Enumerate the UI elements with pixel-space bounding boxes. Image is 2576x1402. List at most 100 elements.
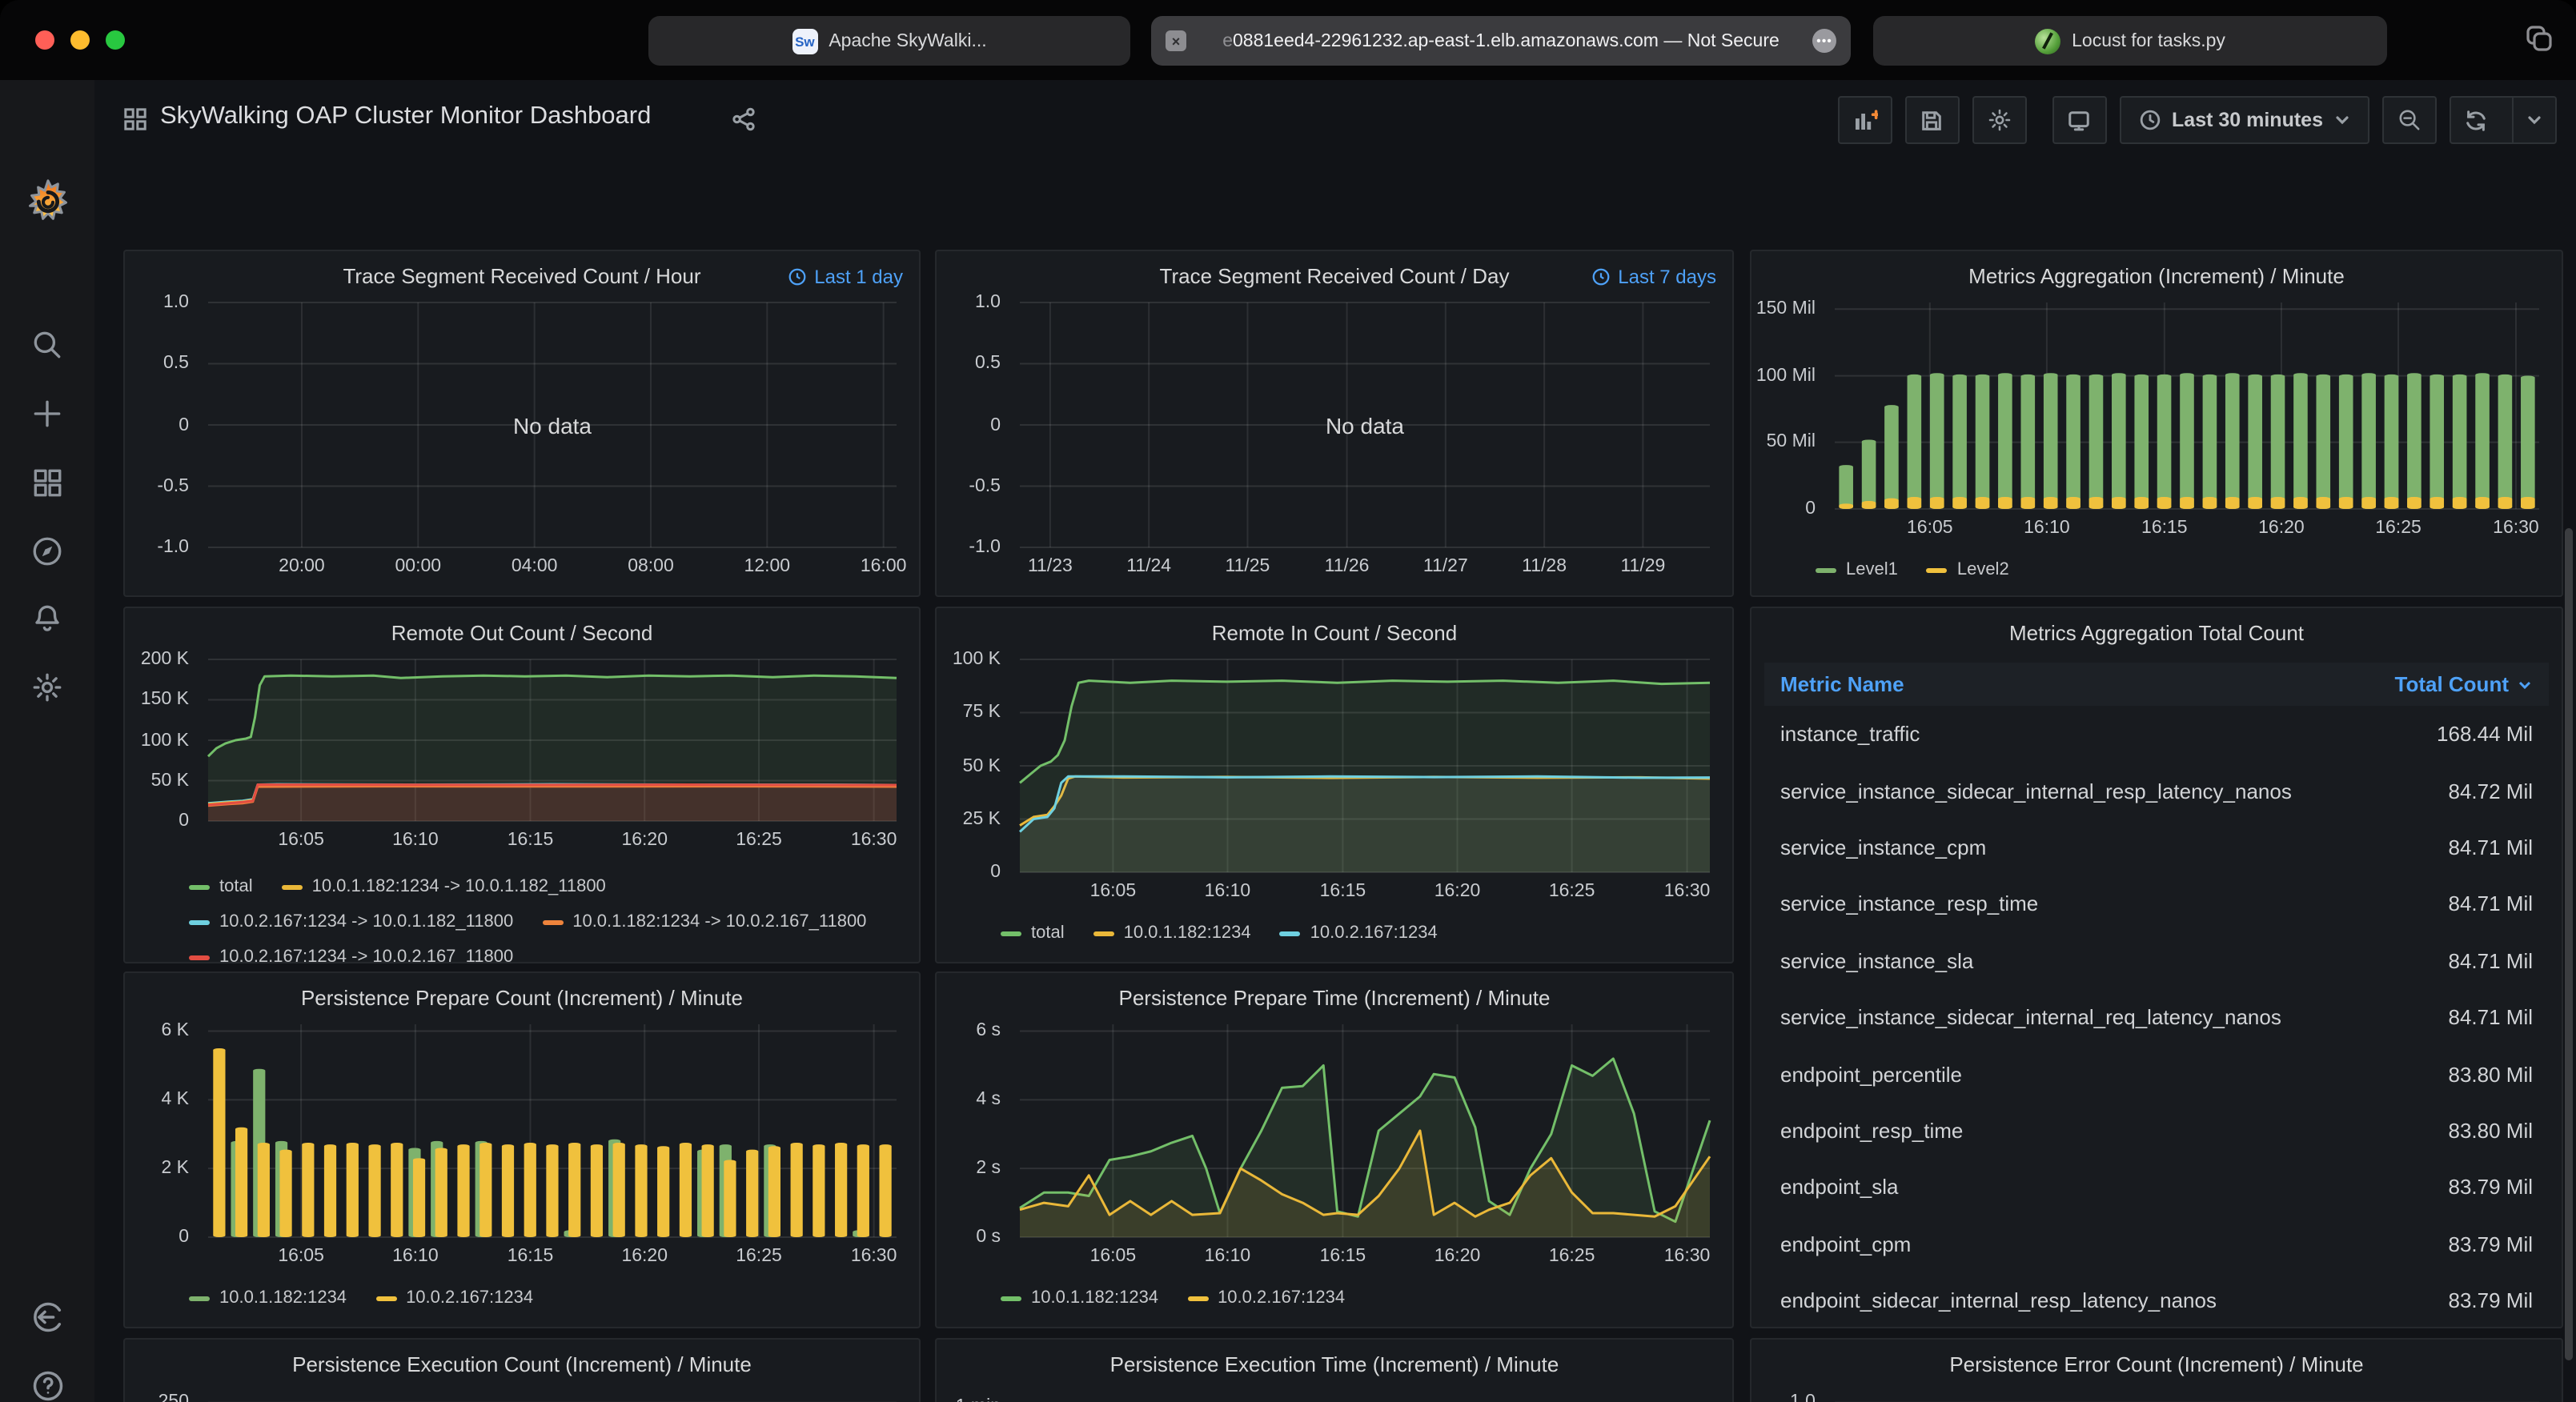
zoom-out-button[interactable] — [2382, 96, 2437, 144]
panel-metrics-total-count: Metrics Aggregation Total Count Metric N… — [1750, 607, 2563, 1328]
table-row[interactable]: service_instance_sidecar_internal_req_la… — [1764, 989, 2549, 1046]
table-row[interactable]: endpoint_percentile83.80 Mil — [1764, 1046, 2549, 1103]
tab-more-icon[interactable]: ••• — [1812, 29, 1836, 53]
panel-title[interactable]: Persistence Execution Count (Increment) … — [125, 1340, 919, 1376]
panel-persistence-prepare-count: Persistence Prepare Count (Increment) / … — [123, 971, 921, 1328]
alerting-bell-icon[interactable] — [0, 589, 94, 647]
explore-compass-icon[interactable] — [0, 522, 94, 579]
x-tick-label: 16:30 — [1664, 1247, 1711, 1266]
legend-item[interactable]: total — [1001, 915, 1065, 951]
legend-item[interactable]: 10.0.1.182:1234 — [1001, 1280, 1158, 1316]
tab-overview-icon[interactable] — [2525, 24, 2554, 53]
legend-item[interactable]: 10.0.1.182:1234 -> 10.0.2.167_11800 — [542, 904, 866, 939]
y-axis-labels: 100 K75 K50 K25 K0 — [937, 659, 1010, 872]
chart-prepare-time[interactable] — [1020, 1024, 1710, 1237]
x-tick-label: 11/25 — [1226, 557, 1270, 576]
legend-item[interactable]: 10.0.2.167:1234 — [375, 1280, 533, 1316]
share-icon[interactable] — [732, 107, 756, 139]
create-plus-icon[interactable] — [0, 384, 94, 442]
panel-persistence-execution-count: Persistence Execution Count (Increment) … — [123, 1338, 921, 1402]
table-row[interactable]: service_instance_sla84.71 Mil — [1764, 932, 2549, 989]
column-metric-name[interactable]: Metric Name — [1780, 672, 1904, 696]
chart-trace-hour[interactable]: No data — [208, 302, 897, 547]
table-row[interactable]: endpoint_resp_time83.80 Mil — [1764, 1102, 2549, 1159]
chart-prepare-count[interactable] — [208, 1024, 897, 1237]
cycle-view-mode-button[interactable] — [2052, 96, 2106, 144]
legend-item[interactable]: 10.0.2.167:1234 — [1280, 915, 1438, 951]
legend-item[interactable]: 10.0.1.182:1234 — [189, 1280, 347, 1316]
legend-swatch — [282, 884, 303, 889]
legend-swatch — [189, 919, 210, 924]
panel-title[interactable]: Persistence Prepare Time (Increment) / M… — [937, 973, 1732, 1010]
legend-item[interactable]: 10.0.2.167:1234 -> 10.0.2.167_11800 — [189, 939, 513, 962]
legend-item[interactable]: 10.0.2.167:1234 — [1187, 1280, 1345, 1316]
chart-error-count[interactable] — [1835, 1391, 2539, 1402]
panel-title[interactable]: Persistence Error Count (Increment) / Mi… — [1751, 1340, 2562, 1376]
table-row[interactable]: instance_traffic168.44 Mil — [1764, 706, 2549, 763]
page-scrollbar[interactable] — [2565, 528, 2573, 1360]
panel-title[interactable]: Persistence Execution Time (Increment) /… — [937, 1340, 1732, 1376]
legend-swatch — [1001, 1296, 1021, 1300]
close-tab-icon[interactable]: × — [1166, 30, 1186, 51]
panel-title[interactable]: Metrics Aggregation (Increment) / Minute — [1751, 251, 2562, 288]
panel-title[interactable]: Metrics Aggregation Total Count — [1751, 608, 2562, 645]
chart-remote-out[interactable] — [208, 659, 897, 821]
legend-item[interactable]: total — [189, 869, 253, 904]
browser-tab-locust[interactable]: Locust for tasks.py — [1873, 16, 2387, 66]
search-icon[interactable] — [0, 315, 94, 373]
refresh-interval-dropdown[interactable] — [2512, 96, 2555, 144]
chart-metrics-aggregation[interactable] — [1835, 302, 2539, 509]
refresh-button[interactable] — [2451, 96, 2501, 144]
dashboard-settings-button[interactable] — [1972, 96, 2026, 144]
legend-swatch — [189, 1296, 210, 1300]
legend-item[interactable]: 10.0.2.167:1234 -> 10.0.1.182_11800 — [189, 904, 513, 939]
minimize-window-button[interactable] — [70, 30, 90, 50]
chart-execution-time[interactable] — [1020, 1391, 1710, 1402]
legend-item[interactable]: 10.0.1.182:1234 — [1093, 915, 1251, 951]
dashboard-title[interactable]: SkyWalking OAP Cluster Monitor Dashboard — [160, 102, 651, 131]
legend-item[interactable]: Level2 — [1927, 552, 2009, 587]
table-body: instance_traffic168.44 Milservice_instan… — [1764, 706, 2549, 1320]
panel-title[interactable]: Persistence Prepare Count (Increment) / … — [125, 973, 919, 1010]
save-dashboard-button[interactable] — [1904, 96, 1959, 144]
time-range-picker[interactable]: Last 30 minutes — [2119, 96, 2369, 144]
sign-in-icon[interactable] — [0, 1288, 94, 1346]
tab-label: Locust for tasks.py — [2072, 31, 2225, 50]
table-row[interactable]: service_instance_sidecar_internal_resp_l… — [1764, 763, 2549, 819]
configuration-gear-icon[interactable] — [0, 658, 94, 715]
add-panel-button[interactable] — [1837, 96, 1892, 144]
table-row[interactable]: service_instance_cpm84.71 Mil — [1764, 819, 2549, 876]
time-shift-badge[interactable]: Last 1 day — [787, 266, 903, 288]
x-tick-label: 16:05 — [1090, 882, 1137, 901]
grafana-logo[interactable] — [0, 173, 94, 230]
x-tick-label: 16:05 — [278, 831, 324, 850]
x-tick-label: 16:25 — [1549, 882, 1595, 901]
table-header: Metric Name Total Count — [1764, 663, 2549, 706]
close-window-button[interactable] — [35, 30, 54, 50]
table-row[interactable]: endpoint_sla83.79 Mil — [1764, 1159, 2549, 1216]
column-total-count[interactable]: Total Count — [2395, 672, 2534, 696]
y-tick-label: 100 K — [141, 731, 189, 750]
panel-title[interactable]: Remote Out Count / Second — [125, 608, 919, 645]
browser-tab-active[interactable]: × e0881eed4-22961232.ap-east-1.elb.amazo… — [1151, 16, 1851, 66]
legend-swatch — [1927, 567, 1948, 572]
x-tick-label: 16:15 — [508, 1247, 554, 1266]
chart-trace-day[interactable]: No data — [1020, 302, 1710, 547]
chart-remote-in[interactable] — [1020, 659, 1710, 872]
help-icon[interactable] — [0, 1357, 94, 1402]
table-row[interactable]: service_instance_resp_time84.71 Mil — [1764, 875, 2549, 932]
legend-item[interactable]: Level1 — [1816, 552, 1898, 587]
browser-tab-skywalking[interactable]: Sw Apache SkyWalki... — [648, 16, 1130, 66]
sort-desc-icon — [2517, 676, 2533, 692]
table-row[interactable]: endpoint_cpm83.79 Mil — [1764, 1216, 2549, 1272]
zoom-window-button[interactable] — [106, 30, 125, 50]
chart-execution-count[interactable] — [208, 1391, 897, 1402]
skywalking-icon: Sw — [792, 28, 817, 54]
table-row[interactable]: endpoint_sidecar_internal_resp_latency_n… — [1764, 1272, 2549, 1328]
panel-title[interactable]: Remote In Count / Second — [937, 608, 1732, 645]
dashboard-grid-icon[interactable] — [123, 107, 147, 139]
legend-item[interactable]: 10.0.1.182:1234 -> 10.0.1.182_11800 — [282, 869, 606, 904]
time-shift-badge[interactable]: Last 7 days — [1591, 266, 1716, 288]
dashboards-icon[interactable] — [0, 453, 94, 511]
y-axis-labels: 150 Mil100 Mil50 Mil0 — [1751, 302, 1825, 509]
